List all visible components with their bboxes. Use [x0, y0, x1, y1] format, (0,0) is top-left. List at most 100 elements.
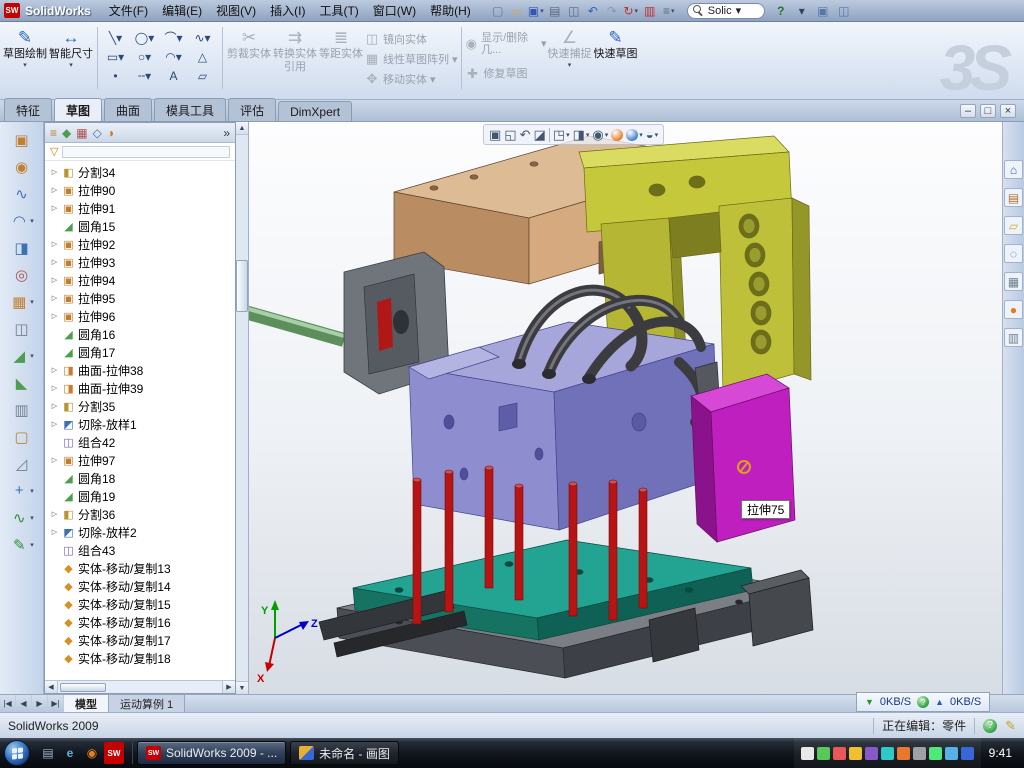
tree-item[interactable]: ▷◧分割36 — [45, 505, 235, 523]
revolved-boss-icon[interactable]: ◉ — [12, 157, 32, 176]
dropdown-icon[interactable]: ▾ — [145, 69, 151, 83]
expand-arrow-icon[interactable]: ▷ — [50, 528, 59, 536]
filter-icon[interactable]: ▽ — [50, 145, 58, 158]
chevron-right-icon[interactable]: » — [223, 126, 230, 140]
expand-arrow-icon[interactable]: ▷ — [50, 312, 59, 320]
dropdown-icon[interactable]: ▾ — [452, 53, 458, 66]
dropdown-icon[interactable]: ▾ — [568, 61, 572, 69]
edit-document-icon[interactable]: ✎ — [1005, 718, 1016, 734]
section-view-icon[interactable]: ◪ — [534, 127, 546, 143]
media-tray-icon[interactable] — [865, 747, 878, 760]
dropdown-icon[interactable]: ▾ — [69, 61, 73, 69]
dropdown-icon[interactable]: ▾ — [655, 131, 659, 139]
tree-item[interactable]: ◆实体-移动/复制16 — [45, 613, 235, 631]
view-palette-icon[interactable]: ▦ — [1004, 272, 1023, 291]
expand-arrow-icon[interactable]: ▷ — [50, 402, 59, 410]
save-icon[interactable]: ▣▾ — [527, 2, 545, 20]
expand-arrow-icon[interactable]: ▷ — [50, 510, 59, 518]
tree-item[interactable]: ▷◧分割34 — [45, 163, 235, 181]
tree-item[interactable]: ▷◧分割35 — [45, 397, 235, 415]
rib-icon[interactable]: ▥ — [12, 400, 32, 419]
tree-item[interactable]: ◢圆角18 — [45, 469, 235, 487]
ellipse-icon[interactable]: ○▾ — [130, 47, 159, 66]
start-button[interactable] — [4, 740, 30, 766]
help-icon[interactable]: ? — [772, 2, 790, 20]
exploded-mold-model[interactable]: Y Z X — [249, 122, 1002, 694]
linear-sketch-pattern-button[interactable]: ▦线性草图阵列▾ — [364, 49, 458, 69]
volume-icon[interactable] — [913, 747, 926, 760]
sketch-button[interactable]: ✎草图绘制▾ — [2, 25, 48, 93]
displaymanager-tab-icon[interactable]: ◑ — [107, 126, 114, 140]
solidworks-quicklaunch-icon[interactable]: SW — [104, 742, 124, 764]
dropdown-icon[interactable]: ▾ — [148, 31, 154, 45]
convert-entities-button[interactable]: ⇉转换实体引用 — [272, 25, 318, 93]
clock[interactable]: 9:41 — [989, 746, 1012, 760]
zoom-fit-icon[interactable]: ▣ — [489, 127, 501, 143]
dropdown-icon[interactable]: ▾ — [635, 7, 639, 15]
apply-scene-icon[interactable]: ▾ — [626, 129, 643, 141]
dropdown-icon[interactable]: ▾ — [205, 31, 211, 45]
smart-dimension-button[interactable]: ↔智能尺寸▾ — [48, 25, 94, 93]
spline-icon[interactable]: ∿▾ — [188, 28, 217, 47]
sketch-tools-icon[interactable]: ✎▾ — [9, 535, 34, 554]
expand-arrow-icon[interactable]: ▷ — [50, 240, 59, 248]
tree-item[interactable]: ▷◨曲面-拉伸39 — [45, 379, 235, 397]
scroll-right-icon[interactable]: ▶ — [222, 681, 235, 693]
minimize-icon[interactable]: – — [960, 104, 976, 118]
browser-icon[interactable]: e — [60, 742, 80, 764]
download-icon[interactable] — [897, 747, 910, 760]
circle-icon[interactable]: ◯▾ — [130, 28, 159, 47]
chamfer-icon[interactable]: ◣ — [12, 373, 32, 392]
search-input[interactable]: Solic — [708, 5, 732, 17]
tree-item[interactable]: ◆实体-移动/复制15 — [45, 595, 235, 613]
file-explorer-icon[interactable]: ▱ — [1004, 216, 1023, 235]
dropdown-icon[interactable]: ▾ — [430, 73, 436, 86]
scroll-thumb[interactable] — [236, 260, 248, 312]
text-icon[interactable]: A — [159, 66, 188, 85]
tree-item[interactable]: ◫组合43 — [45, 541, 235, 559]
solidworks-resources-icon[interactable]: ⌂ — [1004, 160, 1023, 179]
expand-arrow-icon[interactable]: ▷ — [50, 186, 59, 194]
window-icon[interactable]: ▣ — [814, 2, 832, 20]
redo-icon[interactable]: ↷ — [603, 2, 621, 20]
prev-tab-icon[interactable]: ◀ — [16, 695, 32, 712]
expand-arrow-icon[interactable]: ▷ — [50, 204, 59, 212]
rebuild-icon[interactable]: ↻▾ — [622, 2, 640, 20]
mirror-entities-button[interactable]: ◫镜向实体 — [364, 29, 458, 49]
plane-icon[interactable]: ▱ — [188, 66, 217, 85]
menu-edit[interactable]: 编辑(E) — [155, 0, 209, 21]
tree-item[interactable]: ▷▣拉伸92 — [45, 235, 235, 253]
tree-item[interactable]: ◆实体-移动/复制13 — [45, 559, 235, 577]
search-tab-icon[interactable]: ◌ — [1004, 244, 1023, 263]
menu-file[interactable]: 文件(F) — [102, 0, 155, 21]
tree-item[interactable]: ▷▣拉伸90 — [45, 181, 235, 199]
menu-window[interactable]: 窗口(W) — [366, 0, 423, 21]
move-entities-button[interactable]: ✥移动实体▾ — [364, 69, 458, 89]
propertymanager-tab-icon[interactable]: ◆ — [62, 126, 71, 140]
tree-item[interactable]: ▷▣拉伸95 — [45, 289, 235, 307]
tree-item[interactable]: ▷▣拉伸94 — [45, 271, 235, 289]
panels-icon[interactable]: ◫ — [835, 2, 853, 20]
dropdown-icon[interactable]: ▾ — [176, 31, 182, 45]
expand-arrow-icon[interactable]: ▷ — [50, 276, 59, 284]
menu-tools[interactable]: 工具(T) — [312, 0, 365, 21]
expand-arrow-icon[interactable]: ▷ — [50, 384, 59, 392]
swept-boss-icon[interactable]: ∿ — [12, 184, 32, 203]
sync-icon[interactable] — [881, 747, 894, 760]
dropdown-icon[interactable]: ▾ — [586, 131, 590, 139]
expand-arrow-icon[interactable]: ▷ — [50, 258, 59, 266]
show-desktop-icon[interactable]: ▤ — [38, 742, 58, 764]
tree-item[interactable]: ▷▣拉伸97 — [45, 451, 235, 469]
expand-arrow-icon[interactable]: ▷ — [50, 420, 59, 428]
previous-view-icon[interactable]: ↶ — [520, 127, 531, 143]
tab-评估[interactable]: 评估 — [228, 98, 276, 121]
view-orientation-icon[interactable]: ◳▾ — [553, 127, 570, 143]
monitor-orb-icon[interactable]: ? — [917, 696, 929, 708]
sketch-fillet-icon[interactable]: ◠▾ — [159, 47, 188, 66]
tree-item[interactable]: ◆实体-移动/复制17 — [45, 631, 235, 649]
tree-horizontal-scrollbar[interactable]: ◀ ▶ — [45, 680, 235, 693]
tree-item[interactable]: ▷▣拉伸91 — [45, 199, 235, 217]
tab-草图[interactable]: 草图 — [54, 98, 102, 121]
dropdown-icon[interactable]: ▾ — [671, 7, 675, 15]
zoom-area-icon[interactable]: ◱ — [504, 127, 516, 143]
